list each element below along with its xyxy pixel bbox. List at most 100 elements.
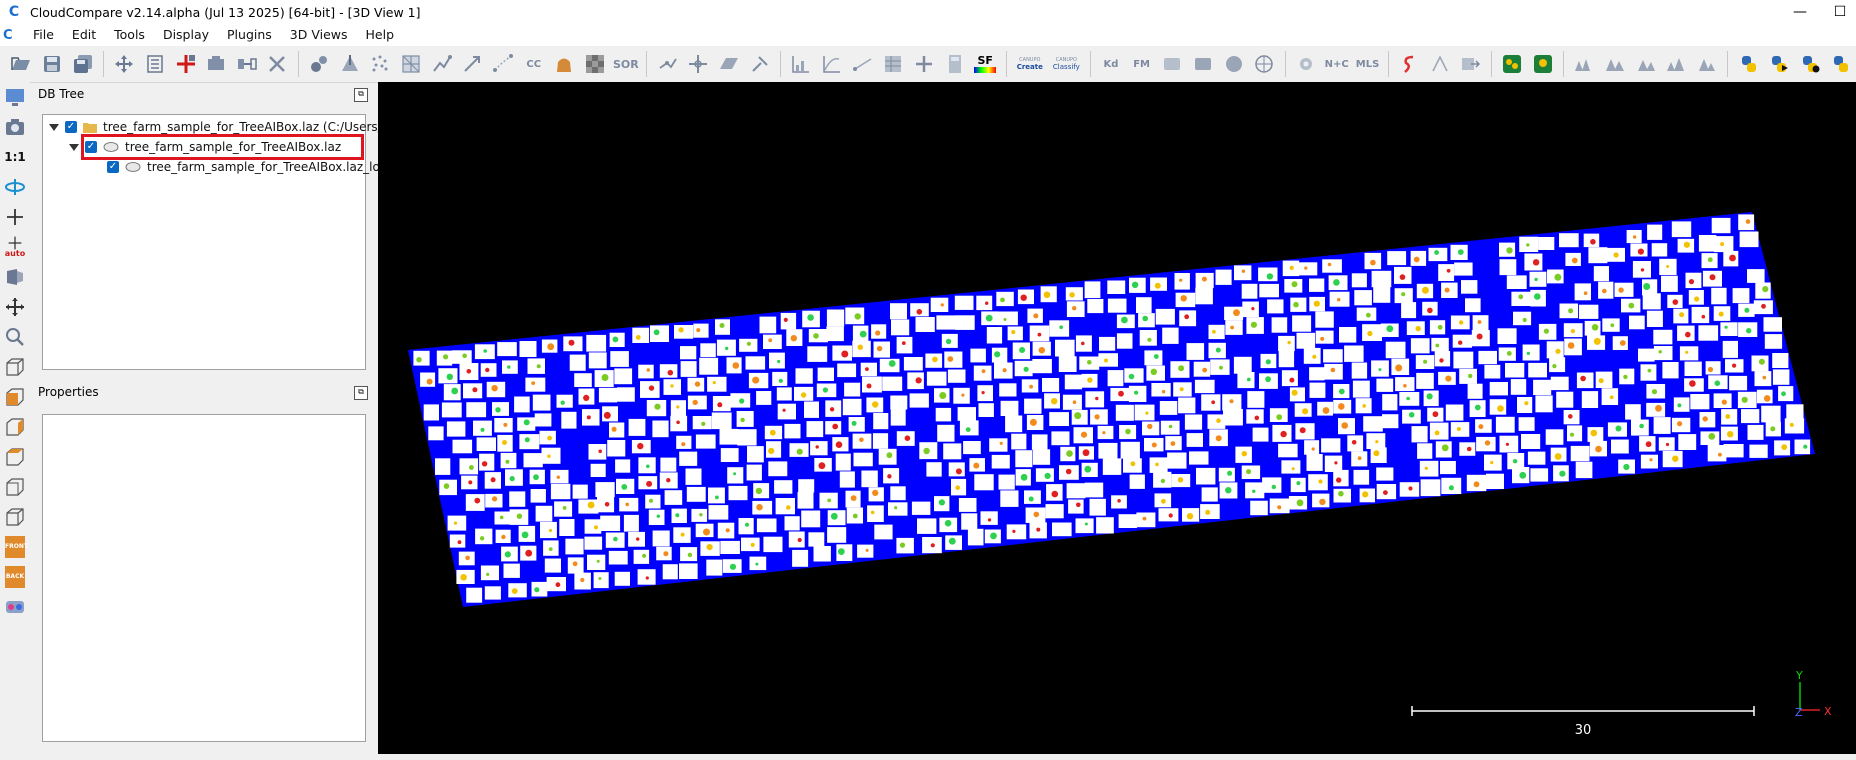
forest-tool-5-icon[interactable] [1695, 52, 1719, 76]
menu-help[interactable]: Help [357, 24, 404, 46]
sf-button[interactable]: SF [973, 52, 997, 76]
one-to-one-button[interactable]: 1:1 [2, 144, 28, 170]
nc-button[interactable]: N+C [1325, 52, 1349, 76]
move-icon[interactable] [686, 52, 710, 76]
canupo-classify-button[interactable]: CANUPO Classify [1052, 52, 1082, 76]
menu-file[interactable]: File [24, 24, 63, 46]
forest-tool-4-icon[interactable] [1665, 52, 1689, 76]
canupo-create-button[interactable]: CANUPO Create [1015, 52, 1045, 76]
subsample-icon[interactable] [235, 52, 259, 76]
align-icon[interactable] [461, 52, 485, 76]
db-tree-view[interactable]: ✓ tree_farm_sample_for_TreeAIBox.laz (C:… [42, 114, 393, 370]
menu-3d-views[interactable]: 3D Views [281, 24, 357, 46]
bag-icon[interactable] [553, 52, 577, 76]
scatter-tool-icon[interactable] [1428, 52, 1452, 76]
fit-curve-icon[interactable] [820, 52, 844, 76]
merge-icon[interactable] [204, 52, 228, 76]
menu-display[interactable]: Display [154, 24, 218, 46]
properties-float-button[interactable]: ⧉ [354, 386, 368, 400]
globe-icon[interactable] [1252, 52, 1276, 76]
iso-front-button[interactable]: FRONT [2, 534, 28, 560]
auto-pivot-button[interactable]: auto [2, 234, 28, 260]
forest-tool-1-icon[interactable] [1573, 52, 1597, 76]
front-view-icon[interactable] [2, 384, 28, 410]
menu-tools[interactable]: Tools [105, 24, 154, 46]
right-view-icon[interactable] [2, 474, 28, 500]
tree-crown-color [555, 582, 561, 588]
plugin-gear-icon[interactable] [1294, 52, 1318, 76]
histogram-icon[interactable] [789, 52, 813, 76]
move-view-icon[interactable] [2, 294, 28, 320]
python-run-icon[interactable] [1768, 52, 1792, 76]
iso-back-button[interactable]: BACK [2, 564, 28, 590]
treeaibox-classify-icon[interactable] [1531, 52, 1555, 76]
sample-points-icon[interactable] [307, 52, 331, 76]
open-file-button[interactable] [9, 52, 33, 76]
pick-icon[interactable] [748, 52, 772, 76]
visibility-checkbox[interactable]: ✓ [65, 121, 77, 133]
segment-icon[interactable] [656, 52, 680, 76]
calculator-icon[interactable] [943, 52, 967, 76]
tree-crown-color [750, 542, 755, 547]
expand-arrow-icon[interactable] [69, 143, 79, 151]
python-lock-icon[interactable] [1829, 52, 1853, 76]
forest-tool-2-icon[interactable] [1603, 52, 1627, 76]
bottom-view-icon[interactable] [2, 504, 28, 530]
left-view-icon[interactable] [2, 414, 28, 440]
3d-view[interactable]: 30 Y Z X [378, 82, 1856, 754]
menu-plugins[interactable]: Plugins [218, 24, 281, 46]
visibility-checkbox[interactable]: ✓ [107, 161, 119, 173]
clone-list-icon[interactable] [143, 52, 167, 76]
tree-item-loc[interactable]: ✓ tree_farm_sample_for_TreeAIBox.laz_loc [107, 158, 386, 176]
mesh-icon[interactable] [399, 52, 423, 76]
menu-edit[interactable]: Edit [63, 24, 105, 46]
rotate-view-icon[interactable] [2, 174, 28, 200]
s-curve-icon[interactable] [1397, 52, 1421, 76]
camera-icon[interactable] [2, 114, 28, 140]
export-icon[interactable] [1459, 52, 1483, 76]
cc-tool-button[interactable]: CC [522, 52, 546, 76]
tree-crown [1136, 297, 1152, 313]
filter-icon[interactable] [1160, 52, 1184, 76]
pivot-icon[interactable] [2, 204, 28, 230]
top-view-icon[interactable] [2, 354, 28, 380]
sphere-icon[interactable] [1222, 52, 1246, 76]
plane-icon[interactable] [717, 52, 741, 76]
minimize-button[interactable]: — [1780, 0, 1820, 24]
tree-crown-color [1277, 505, 1282, 510]
normals-icon[interactable] [338, 52, 362, 76]
db-tree-float-button[interactable]: ⧉ [354, 88, 368, 102]
mls-button[interactable]: MLS [1356, 52, 1380, 76]
stereo-icon[interactable] [2, 594, 28, 620]
perspective-icon[interactable] [2, 264, 28, 290]
distance-icon[interactable] [491, 52, 515, 76]
add-constant-icon[interactable] [912, 52, 936, 76]
delete-icon[interactable] [266, 52, 290, 76]
maximize-button[interactable]: ☐ [1820, 0, 1856, 24]
properties-view[interactable] [42, 414, 366, 742]
rasterize-icon[interactable] [583, 52, 607, 76]
save-button[interactable] [40, 52, 64, 76]
treeaibox-train-icon[interactable] [1500, 52, 1524, 76]
tree-crown-color [1311, 447, 1315, 451]
save-all-button[interactable] [71, 52, 95, 76]
global-zoom-icon[interactable] [2, 84, 28, 110]
sor-filter-button[interactable]: SOR [613, 52, 639, 76]
point-cloud-render[interactable]: 30 Y Z X [378, 82, 1856, 754]
tree-crown-color [1526, 243, 1530, 247]
min-max-icon[interactable] [851, 52, 875, 76]
forest-tool-3-icon[interactable] [1634, 52, 1658, 76]
translate-rotate-icon[interactable] [112, 52, 136, 76]
register-icon[interactable] [430, 52, 454, 76]
add-point-icon[interactable] [174, 52, 198, 76]
point-cloud-icon[interactable] [369, 52, 393, 76]
back-view-icon[interactable] [2, 444, 28, 470]
expand-arrow-icon[interactable] [49, 123, 59, 131]
fm-button[interactable]: FM [1130, 52, 1154, 76]
python-icon[interactable] [1737, 52, 1761, 76]
ransac-icon[interactable] [1191, 52, 1215, 76]
table-icon[interactable] [881, 52, 905, 76]
python-info-icon[interactable] [1798, 52, 1822, 76]
kd-button[interactable]: Kd [1099, 52, 1123, 76]
zoom-icon[interactable] [2, 324, 28, 350]
